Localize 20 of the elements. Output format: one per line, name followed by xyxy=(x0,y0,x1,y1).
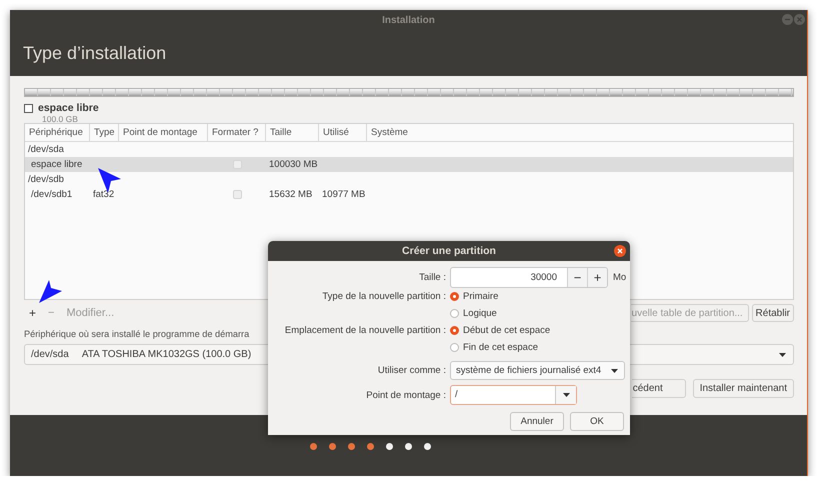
legend-label: espace libre xyxy=(38,102,99,114)
dialog-title: Créer une partition xyxy=(402,245,496,257)
field-label: Taille : xyxy=(418,272,446,283)
field-label: Emplacement de la nouvelle partition : xyxy=(284,325,446,336)
window-title: Installation xyxy=(382,14,435,26)
table-cell-text: espace libre xyxy=(30,158,84,172)
field-label: Périphérique où sera installé le programme de démarra xyxy=(24,328,250,341)
unit-label: Mo xyxy=(613,272,626,283)
table-cell-text: /dev/sdb1 xyxy=(30,188,74,202)
table-cell-text: 100030 MB xyxy=(268,158,319,172)
legend-size: 100.0 GB xyxy=(41,114,79,124)
page-title: Type d’installation xyxy=(23,42,166,64)
field-label: Type de la nouvelle partition : xyxy=(321,291,446,302)
field-label: Point de montage : xyxy=(365,390,446,400)
field-label: Utiliser comme : xyxy=(376,365,446,376)
table-cell-text: 15632 MB xyxy=(268,188,314,202)
table-cell-text: 10977 MB xyxy=(321,188,366,202)
table-cell-text: fat32 xyxy=(92,188,116,202)
table-cell-text: /dev/sdb xyxy=(27,174,64,185)
table-cell-text: /dev/sda xyxy=(27,144,64,155)
